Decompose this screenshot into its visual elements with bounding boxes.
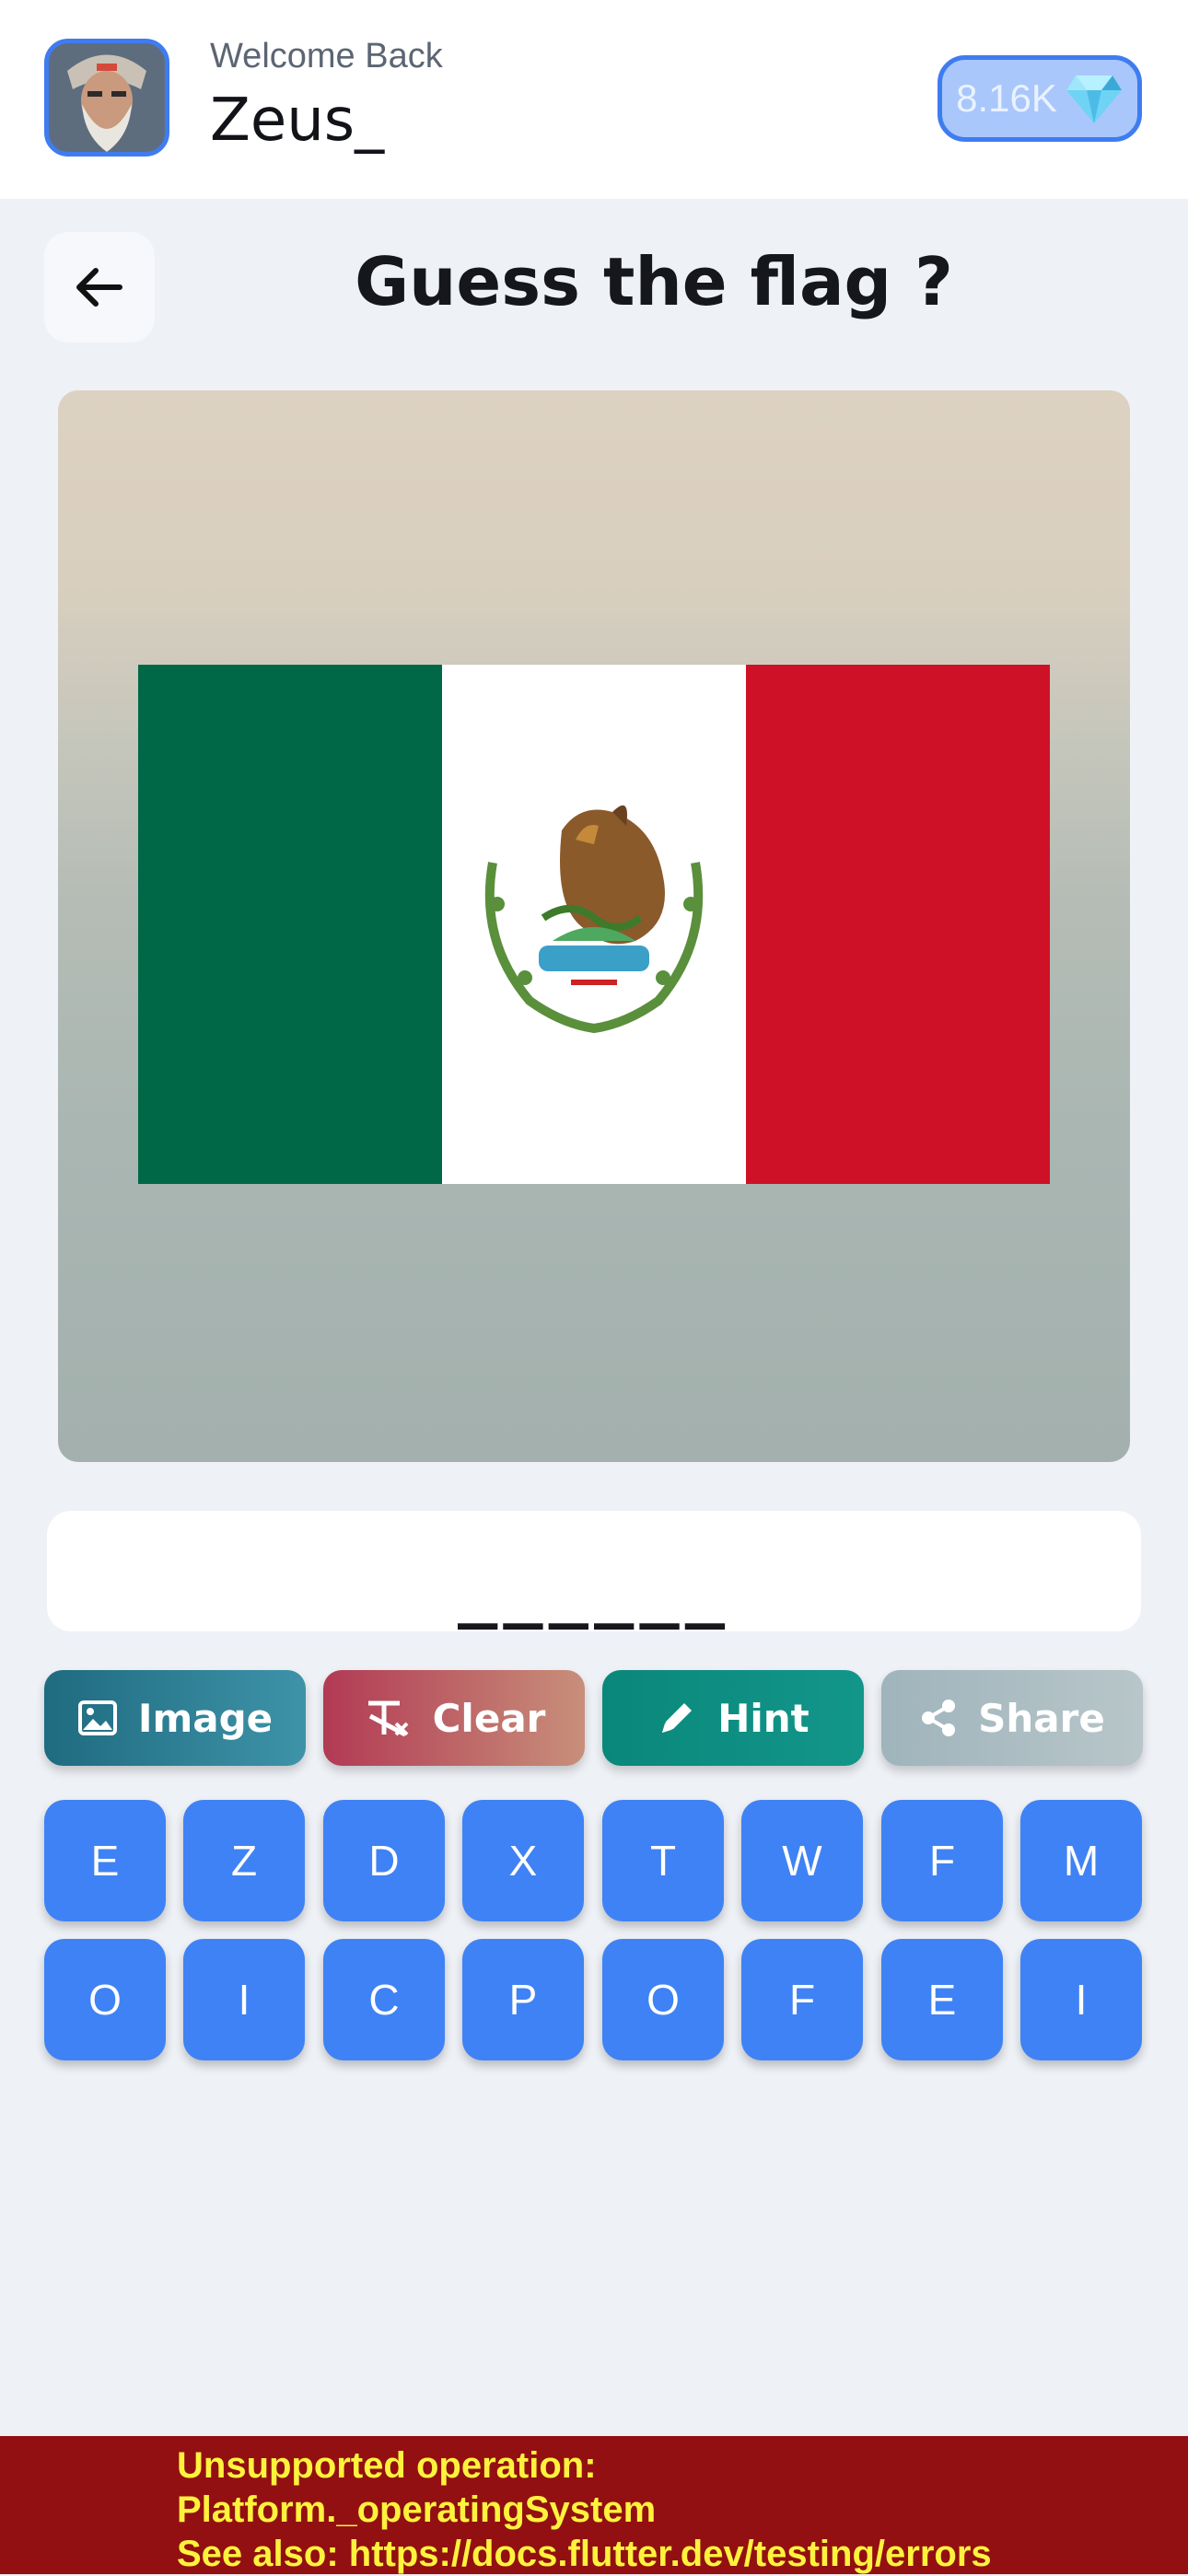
image-button-label: Image	[137, 1695, 274, 1741]
letter-key[interactable]: M	[1020, 1800, 1142, 1921]
letter-key[interactable]: O	[602, 1939, 724, 2060]
share-icon	[922, 1700, 956, 1736]
letter-key[interactable]: T	[602, 1800, 724, 1921]
share-button-label: Share	[978, 1695, 1105, 1741]
letter-key[interactable]: F	[881, 1800, 1003, 1921]
clear-button[interactable]: Clear	[323, 1670, 585, 1766]
hint-button[interactable]: Hint	[602, 1670, 864, 1766]
gem-count: 8.16K	[956, 76, 1057, 120]
gem-balance[interactable]: 8.16K	[938, 55, 1142, 142]
letter-key[interactable]: O	[44, 1939, 166, 2060]
letter-key[interactable]: E	[44, 1800, 166, 1921]
top-header: Welcome Back Zeus_ 8.16K	[0, 0, 1188, 199]
diamond-icon	[1066, 75, 1122, 123]
flag-stripe-white	[442, 665, 746, 1184]
zeus-portrait-icon	[49, 43, 165, 152]
profile-avatar[interactable]	[44, 39, 169, 157]
clear-format-icon	[367, 1700, 409, 1737]
letter-key[interactable]: I	[183, 1939, 305, 2060]
answer-field[interactable]: ______	[47, 1511, 1141, 1631]
pencil-icon	[662, 1703, 693, 1733]
letter-key[interactable]: F	[741, 1939, 863, 2060]
letter-key[interactable]: D	[323, 1800, 445, 1921]
eagle-emblem-icon	[484, 805, 704, 1034]
welcome-text: Welcome Back	[210, 37, 443, 75]
flag-stripe-green	[138, 665, 442, 1184]
letter-key[interactable]: E	[881, 1939, 1003, 2060]
error-banner: Unsupported operation: Platform._operati…	[0, 2436, 1188, 2574]
image-button[interactable]: Image	[44, 1670, 306, 1766]
letter-key[interactable]: W	[741, 1800, 863, 1921]
page-title: Guess the flag ?	[355, 243, 953, 320]
letter-key[interactable]: C	[323, 1939, 445, 2060]
error-line-3: See also: https://docs.flutter.dev/testi…	[177, 2534, 992, 2574]
hint-button-label: Hint	[717, 1695, 809, 1741]
letter-key[interactable]: X	[462, 1800, 584, 1921]
answer-slots: ______	[457, 1552, 731, 1630]
letter-key[interactable]: I	[1020, 1939, 1142, 2060]
letter-key[interactable]: P	[462, 1939, 584, 2060]
flag-image	[138, 665, 1050, 1184]
username: Zeus_	[210, 87, 385, 155]
error-line-1: Unsupported operation:	[177, 2445, 597, 2486]
flag-stripe-red	[746, 665, 1050, 1184]
error-message: Unsupported operation: Platform._operati…	[177, 2443, 992, 2576]
share-button[interactable]: Share	[881, 1670, 1143, 1766]
clear-button-label: Clear	[432, 1695, 546, 1741]
error-line-2: Platform._operatingSystem	[177, 2489, 657, 2530]
letter-key[interactable]: Z	[183, 1800, 305, 1921]
image-icon	[77, 1700, 117, 1735]
